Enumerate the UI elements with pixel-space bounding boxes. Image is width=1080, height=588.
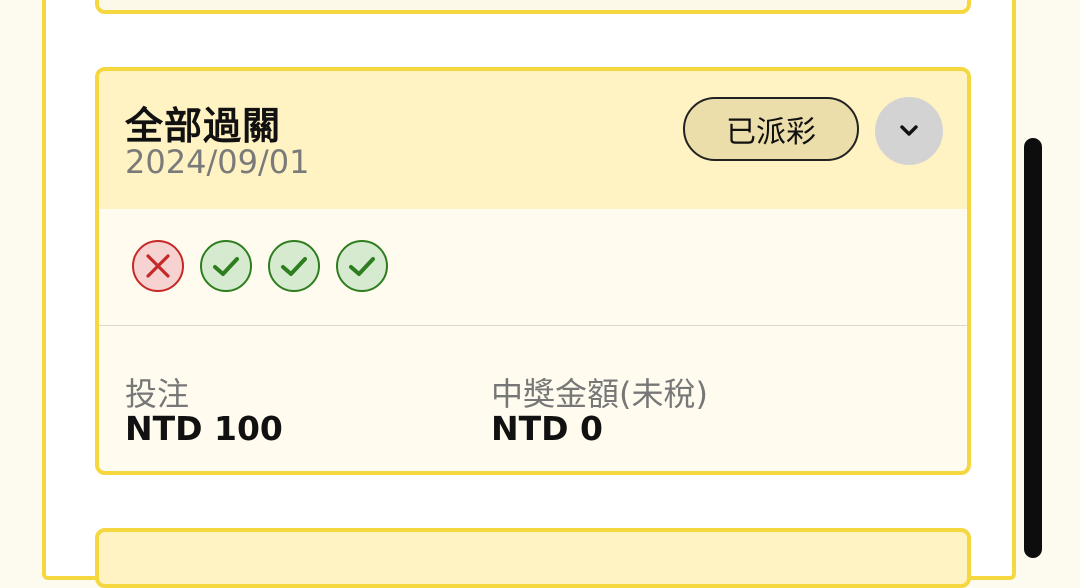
- divider: [99, 325, 967, 326]
- payout-value: NTD 0: [491, 409, 603, 448]
- check-circle-icon: [200, 240, 252, 292]
- status-badge: 已派彩: [683, 97, 859, 161]
- stake-value: NTD 100: [125, 409, 283, 448]
- check-circle-icon: [268, 240, 320, 292]
- previous-bet-card[interactable]: [95, 0, 971, 14]
- leg-results: [131, 239, 389, 293]
- expand-button[interactable]: [875, 97, 943, 165]
- check-circle-icon: [336, 240, 388, 292]
- scrollbar[interactable]: [1024, 138, 1042, 558]
- bet-card-header: 全部過關 2024/09/01 已派彩: [99, 71, 967, 209]
- bet-card[interactable]: 全部過關 2024/09/01 已派彩 投注 NTD 100 中獎金額(未稅) …: [95, 67, 971, 475]
- bet-type-title: 全部過關: [125, 104, 282, 148]
- chevron-down-icon: [900, 125, 918, 136]
- bet-date: 2024/09/01: [125, 143, 310, 181]
- cross-circle-icon: [132, 240, 184, 292]
- next-bet-card[interactable]: [95, 528, 971, 588]
